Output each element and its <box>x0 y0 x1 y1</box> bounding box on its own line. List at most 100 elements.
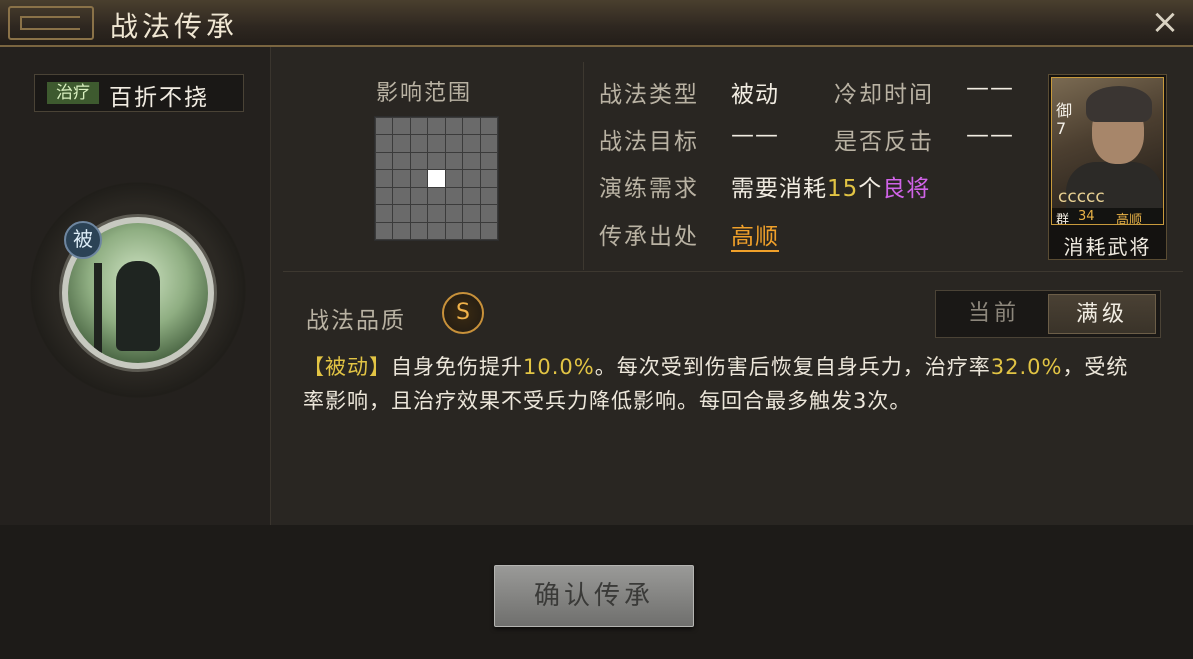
range-cell <box>480 187 497 205</box>
skill-name-badge: 治疗 百折不挠 <box>34 74 244 112</box>
desc-num2: 32.0% <box>990 355 1063 379</box>
requirement-prefix: 需要消耗 <box>731 176 827 202</box>
skill-description: 【被动】自身免伤提升10.0%。每次受到伤害后恢复自身兵力，治疗率32.0%，受… <box>303 350 1143 418</box>
requirement-unit: 个 <box>858 176 883 202</box>
quality-label: 战法品质 <box>306 308 406 334</box>
general-info-bar: 群 34 高顺 <box>1052 208 1163 225</box>
range-cell <box>463 170 480 187</box>
range-cell <box>463 205 480 222</box>
divider <box>283 271 1183 272</box>
range-cell <box>463 118 480 135</box>
range-cell <box>480 222 497 239</box>
skill-name: 百折不挠 <box>109 85 209 111</box>
skill-type-tag: 治疗 <box>47 82 99 104</box>
passive-badge: 被 <box>64 221 102 259</box>
range-cell-active <box>428 170 445 187</box>
main-panel: 治疗 百折不挠 被 影响范围 战法类型 被动 冷却时间 —— 战法目标 —— 是… <box>0 47 1193 525</box>
range-cell <box>445 152 463 170</box>
range-cell <box>393 118 410 135</box>
range-cell <box>410 187 428 205</box>
requirement-value: 需要消耗15个良将 <box>731 169 930 203</box>
window-title: 战法传承 <box>110 10 239 43</box>
source-value[interactable]: 高顺 <box>731 224 779 252</box>
range-cell <box>410 135 428 152</box>
general-faction: 群 <box>1056 213 1070 225</box>
general-name: 高顺 <box>1116 213 1143 225</box>
range-cell <box>410 152 428 170</box>
range-cell <box>376 152 393 170</box>
range-cell <box>376 135 393 152</box>
toggle-max[interactable]: 满级 <box>1048 294 1156 334</box>
range-cell <box>463 222 480 239</box>
requirement-quality: 良将 <box>882 176 931 202</box>
range-cell <box>376 205 393 222</box>
range-cell <box>428 135 445 152</box>
counter-label: 是否反击 <box>834 129 934 155</box>
range-cell <box>410 222 428 239</box>
desc-part2: 。每次受到伤害后恢复自身兵力，治疗率 <box>594 355 991 379</box>
sword-icon <box>94 263 102 359</box>
requirement-label: 演练需求 <box>599 176 699 202</box>
range-cell <box>480 118 497 135</box>
range-cell <box>480 205 497 222</box>
range-cell <box>428 152 445 170</box>
general-rank: 御7 <box>1056 101 1073 138</box>
range-cell <box>480 135 497 152</box>
range-cell <box>393 205 410 222</box>
confirm-inherit-button[interactable]: 确认传承 <box>494 565 694 627</box>
range-cell <box>480 170 497 187</box>
requirement-count: 15 <box>827 176 859 202</box>
range-cell <box>376 187 393 205</box>
target-label: 战法目标 <box>599 129 699 155</box>
range-cell <box>376 170 393 187</box>
range-cell <box>410 205 428 222</box>
skill-column: 治疗 百折不挠 被 <box>0 47 271 525</box>
desc-part1: 自身免伤提升 <box>391 355 523 379</box>
source-link[interactable]: 高顺 <box>731 217 779 252</box>
divider <box>583 62 584 270</box>
range-cell <box>428 222 445 239</box>
range-cell <box>393 222 410 239</box>
cooldown-label: 冷却时间 <box>834 82 934 108</box>
helmet-icon <box>1086 86 1152 122</box>
range-cell <box>445 222 463 239</box>
range-cell <box>445 118 463 135</box>
range-cell <box>410 118 428 135</box>
target-value: —— <box>731 122 779 148</box>
range-cell <box>445 205 463 222</box>
range-grid <box>374 116 499 241</box>
general-portrait: 御7 ccccc 群 34 高顺 <box>1051 77 1164 225</box>
range-cell <box>410 170 428 187</box>
cooldown-value: —— <box>966 75 1014 101</box>
range-cell <box>393 135 410 152</box>
range-cell <box>428 118 445 135</box>
desc-num1: 10.0% <box>523 355 595 379</box>
range-cell <box>463 152 480 170</box>
range-cell <box>393 152 410 170</box>
range-cell <box>445 187 463 205</box>
title-ornament-icon <box>8 6 94 40</box>
range-cell <box>428 187 445 205</box>
type-value: 被动 <box>731 82 779 108</box>
general-card[interactable]: 御7 ccccc 群 34 高顺 消耗武将 <box>1048 74 1167 260</box>
desc-tag: 【被动】 <box>303 355 391 379</box>
star-rating-icon: ccccc <box>1058 187 1105 207</box>
level-toggle: 当前 满级 <box>935 290 1161 338</box>
range-cell <box>376 222 393 239</box>
card-caption: 消耗武将 <box>1063 235 1152 259</box>
source-label: 传承出处 <box>599 224 699 250</box>
range-cell <box>463 187 480 205</box>
toggle-current[interactable]: 当前 <box>940 294 1048 334</box>
title-bar: 战法传承 × <box>0 0 1193 47</box>
counter-value: —— <box>966 122 1014 148</box>
quality-grade-badge: S <box>442 292 484 334</box>
type-label: 战法类型 <box>599 82 699 108</box>
close-button[interactable]: × <box>1147 4 1183 40</box>
range-cell <box>393 187 410 205</box>
warrior-figure-icon <box>116 261 160 351</box>
range-cell <box>393 170 410 187</box>
range-cell <box>463 135 480 152</box>
range-cell <box>445 135 463 152</box>
range-cell <box>480 152 497 170</box>
range-label: 影响范围 <box>376 81 473 106</box>
